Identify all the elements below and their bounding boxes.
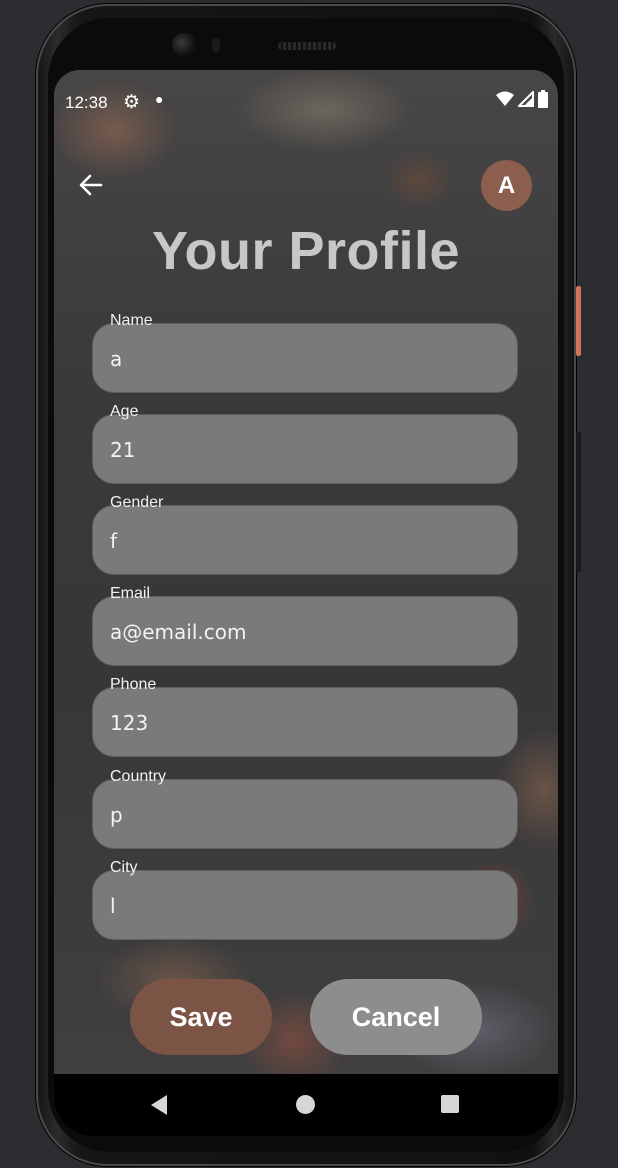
age-input[interactable] <box>108 432 492 468</box>
status-bar: 12:38 ⚙ ● <box>54 70 558 132</box>
name-field[interactable]: Name <box>92 312 518 393</box>
city-field-label: City <box>110 859 138 876</box>
proximity-sensor <box>212 38 220 52</box>
earpiece-speaker <box>278 42 336 50</box>
system-nav-bar <box>54 1074 558 1136</box>
email-input[interactable] <box>108 614 492 650</box>
notification-dot-icon: ● <box>155 91 164 107</box>
city-field[interactable]: City <box>92 859 518 940</box>
age-field[interactable]: Age <box>92 403 518 484</box>
country-input[interactable] <box>108 797 492 833</box>
email-field[interactable]: Email <box>92 585 518 666</box>
phone-field[interactable]: Phone <box>92 676 518 757</box>
cancel-button[interactable]: Cancel <box>310 979 482 1055</box>
save-button[interactable]: Save <box>130 979 272 1055</box>
country-field-label: Country <box>110 768 167 785</box>
country-field[interactable]: Country <box>92 768 518 849</box>
status-indicators <box>496 90 548 108</box>
name-input[interactable] <box>108 341 492 377</box>
gender-field[interactable]: Gender <box>92 494 518 575</box>
app-screen: 12:38 ⚙ ● A Your Profile Name Age Gender… <box>54 70 558 1074</box>
cell-signal-icon <box>518 91 534 107</box>
gender-input[interactable] <box>108 523 492 559</box>
page-title: Your Profile <box>151 221 461 281</box>
phone-field-label: Phone <box>110 676 157 693</box>
settings-gear-icon: ⚙ <box>123 92 141 113</box>
volume-button <box>576 432 581 572</box>
name-field-label: Name <box>110 312 153 329</box>
power-button <box>576 286 581 356</box>
email-field-label: Email <box>110 585 151 602</box>
status-time: 12:38 <box>65 93 108 112</box>
back-button[interactable] <box>76 170 106 200</box>
city-input[interactable] <box>108 888 492 924</box>
battery-icon <box>538 90 548 108</box>
avatar[interactable]: A <box>481 160 532 211</box>
phone-input[interactable] <box>108 705 492 741</box>
front-camera <box>172 33 196 57</box>
wifi-icon <box>496 91 514 106</box>
nav-back-icon[interactable] <box>149 1094 169 1116</box>
age-field-label: Age <box>110 403 139 420</box>
nav-recents-icon[interactable] <box>441 1095 459 1113</box>
nav-home-icon[interactable] <box>296 1095 315 1114</box>
gender-field-label: Gender <box>110 494 164 511</box>
arrow-left-icon <box>79 174 103 196</box>
